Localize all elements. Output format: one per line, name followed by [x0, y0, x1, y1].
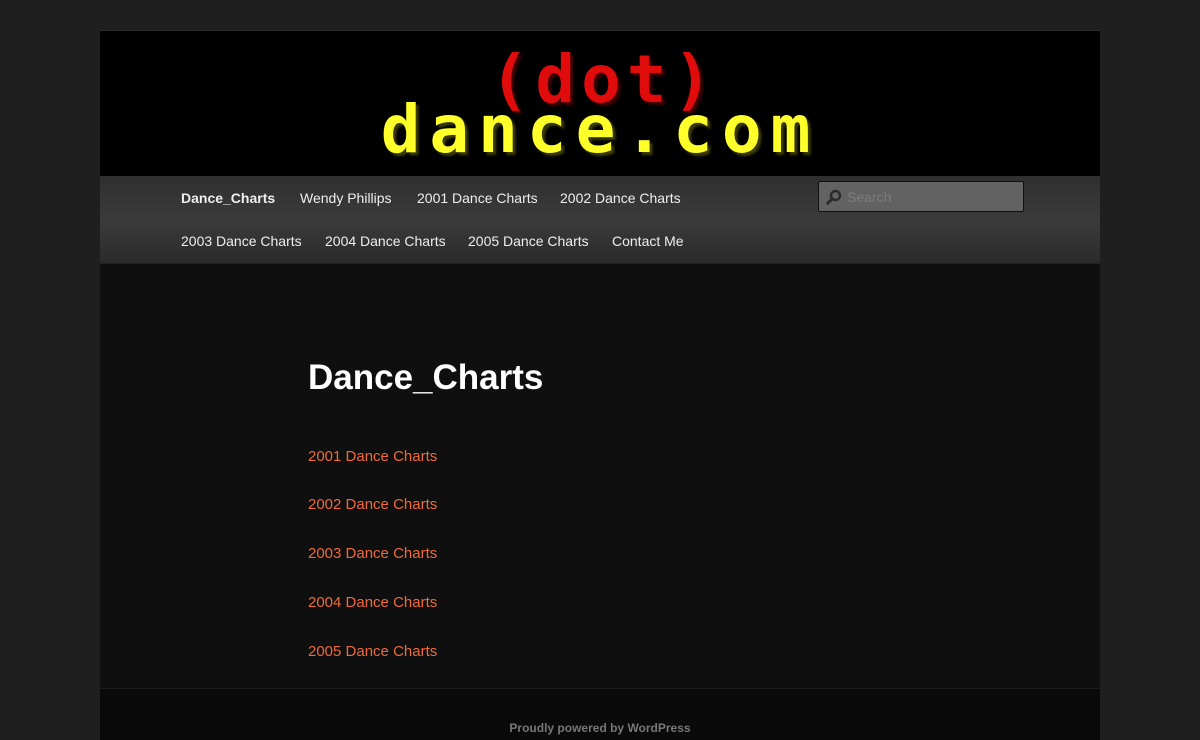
nav-item-dance-charts[interactable]: Dance_Charts — [181, 178, 275, 218]
content-link-2003-dance-charts[interactable]: 2003 Dance Charts — [308, 545, 437, 562]
nav-item-2004-dance-charts[interactable]: 2004 Dance Charts — [325, 221, 446, 261]
main-navigation: Dance_Charts Wendy Phillips 2001 Dance C… — [100, 176, 1100, 264]
content-link-2001-dance-charts[interactable]: 2001 Dance Charts — [308, 448, 437, 465]
nav-item-contact-me[interactable]: Contact Me — [612, 221, 684, 261]
search-form — [818, 181, 1024, 212]
site-footer: Proudly powered by WordPress — [100, 688, 1100, 740]
nav-item-2003-dance-charts[interactable]: 2003 Dance Charts — [181, 221, 302, 261]
page-container: (dot) dance.com Dance_Charts Wendy Phill… — [100, 30, 1100, 740]
page-title: Dance_Charts — [308, 358, 544, 397]
nav-item-wendy-phillips[interactable]: Wendy Phillips — [300, 178, 392, 218]
footer-credit-link[interactable]: Proudly powered by WordPress — [100, 721, 1100, 735]
nav-item-2002-dance-charts[interactable]: 2002 Dance Charts — [560, 178, 681, 218]
search-icon — [826, 189, 842, 205]
site-header-logo[interactable]: (dot) dance.com — [100, 30, 1100, 176]
logo-text-dance-com: dance.com — [380, 91, 820, 168]
search-input[interactable] — [847, 186, 1015, 208]
content-link-2005-dance-charts[interactable]: 2005 Dance Charts — [308, 643, 437, 660]
content-link-2002-dance-charts[interactable]: 2002 Dance Charts — [308, 496, 437, 513]
content-link-2004-dance-charts[interactable]: 2004 Dance Charts — [308, 594, 437, 611]
nav-item-2001-dance-charts[interactable]: 2001 Dance Charts — [417, 178, 538, 218]
nav-item-2005-dance-charts[interactable]: 2005 Dance Charts — [468, 221, 589, 261]
